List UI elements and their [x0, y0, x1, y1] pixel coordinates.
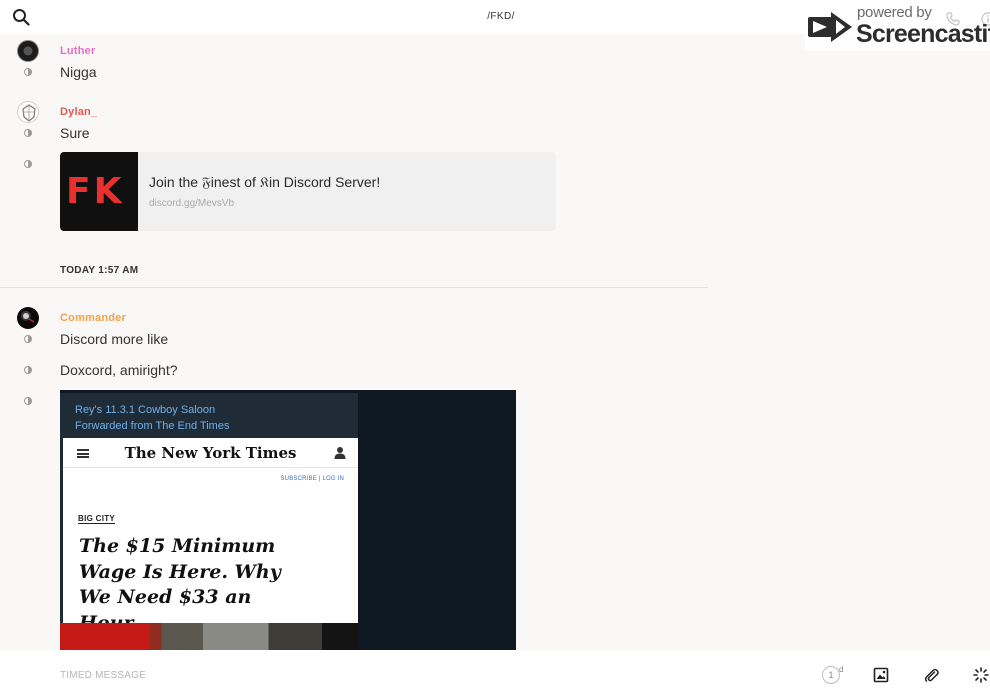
message-status-icon[interactable]: [24, 366, 32, 374]
image-attachment[interactable]: Rey's 11.3.1 Cowboy Saloon Forwarded fro…: [60, 390, 516, 650]
article-kicker: BIG CITY: [78, 514, 116, 524]
screencastify-logo-icon: [808, 12, 852, 42]
message-text: Nigga: [60, 64, 97, 80]
user-icon: [334, 447, 346, 459]
article-header: The New York Times: [63, 438, 358, 468]
phone-icon[interactable]: [946, 12, 960, 26]
embed-url[interactable]: discord.gg/MevsVb: [149, 198, 234, 209]
divider-line: [0, 287, 708, 288]
message-text: Sure: [60, 125, 90, 141]
embed-thumbnail: FK: [60, 152, 138, 231]
embed-title[interactable]: Join the 𝔉inest of 𝔎in Discord Server!: [149, 174, 380, 191]
message-status-icon[interactable]: [24, 68, 32, 76]
publication-logo: The New York Times: [124, 444, 297, 462]
username-luther[interactable]: Luther: [60, 45, 95, 57]
paperclip-icon[interactable]: [923, 667, 939, 683]
loading-icon[interactable]: [973, 667, 989, 683]
avatar-art-icon: [23, 313, 35, 323]
username-commander[interactable]: Commander: [60, 312, 126, 324]
message-text: Discord more like: [60, 331, 169, 347]
article-preview: The New York Times SUBSCRIBE | LOG IN BI…: [63, 438, 358, 634]
avatar-luther[interactable]: [17, 40, 39, 62]
invite-embed[interactable]: FK Join the 𝔉inest of 𝔎in Discord Server…: [60, 152, 556, 231]
watermark-brand: Screencastify: [856, 20, 990, 48]
message-status-icon[interactable]: [24, 335, 32, 343]
avatar-commander[interactable]: [17, 307, 39, 329]
article-photo: [60, 623, 358, 650]
forwarded-post: Rey's 11.3.1 Cowboy Saloon Forwarded fro…: [60, 393, 358, 650]
message-text: Doxcord, amiright?: [60, 362, 178, 378]
forwarded-from: Forwarded from The End Times: [75, 420, 230, 432]
timed-message-input[interactable]: [60, 663, 760, 687]
article-headline: The $15 Minimum Wage Is Here. Why We Nee…: [79, 535, 281, 634]
info-icon[interactable]: [981, 12, 990, 26]
message-list[interactable]: Luther Nigga Dylan_ Sure FK Join the 𝔉in…: [0, 34, 708, 650]
avatar-dylan[interactable]: [17, 101, 39, 123]
username-dylan[interactable]: Dylan_: [60, 106, 97, 118]
message-status-icon[interactable]: [24, 129, 32, 137]
image-icon[interactable]: [873, 667, 889, 683]
message-status-icon[interactable]: [24, 160, 32, 168]
subscribe-login-links: SUBSCRIBE | LOG IN: [280, 476, 344, 482]
embed-thumbnail-text: FK: [66, 171, 125, 212]
timer-unit: d: [839, 665, 844, 674]
composer-bar: 1 d: [0, 650, 990, 700]
crest-icon: [22, 104, 36, 122]
screencastify-watermark: powered by Screencastify: [805, 3, 990, 51]
message-status-icon[interactable]: [24, 397, 32, 405]
timer-button[interactable]: 1: [822, 666, 840, 684]
watermark-powered-by: powered by: [857, 4, 932, 21]
forwarded-channel: Rey's 11.3.1 Cowboy Saloon: [75, 404, 216, 416]
day-divider: TODAY 1:57 AM: [60, 265, 139, 276]
